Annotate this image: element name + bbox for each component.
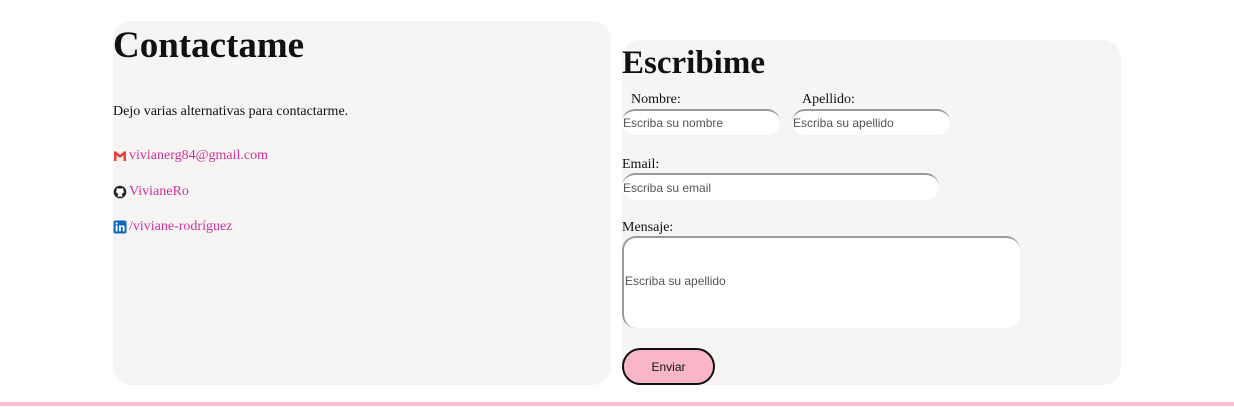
nombre-label: Nombre: bbox=[631, 92, 681, 107]
apellido-input[interactable] bbox=[792, 109, 950, 135]
linkedin-icon bbox=[113, 220, 127, 234]
form-title: Escribime bbox=[622, 45, 765, 81]
github-icon bbox=[113, 185, 127, 199]
contact-title: Contactame bbox=[113, 25, 305, 66]
footer-divider bbox=[0, 402, 1234, 406]
github-link-text: VivianeRo bbox=[129, 184, 189, 199]
email-input[interactable] bbox=[622, 173, 939, 200]
mensaje-textarea[interactable] bbox=[622, 236, 1020, 328]
email-label: Email: bbox=[622, 157, 660, 172]
github-contact-link[interactable]: VivianeRo bbox=[113, 184, 189, 200]
gmail-icon bbox=[113, 149, 127, 163]
contact-panel: Contactame Dejo varias alternativas para… bbox=[113, 21, 611, 385]
send-button[interactable]: Enviar bbox=[622, 348, 715, 385]
apellido-label: Apellido: bbox=[802, 92, 855, 107]
mensaje-label: Mensaje: bbox=[622, 220, 674, 235]
email-contact-link[interactable]: vivianerg84@gmail.com bbox=[113, 148, 268, 164]
contact-intro-text: Dejo varias alternativas para contactarm… bbox=[113, 104, 349, 119]
nombre-input[interactable] bbox=[622, 109, 780, 135]
email-link-text: vivianerg84@gmail.com bbox=[129, 148, 268, 163]
linkedin-contact-link[interactable]: /viviane-rodríguez bbox=[113, 219, 232, 235]
contact-form-panel: Escribime Nombre: Apellido: Email: Mensa… bbox=[622, 40, 1121, 385]
linkedin-link-text: /viviane-rodríguez bbox=[129, 219, 233, 234]
